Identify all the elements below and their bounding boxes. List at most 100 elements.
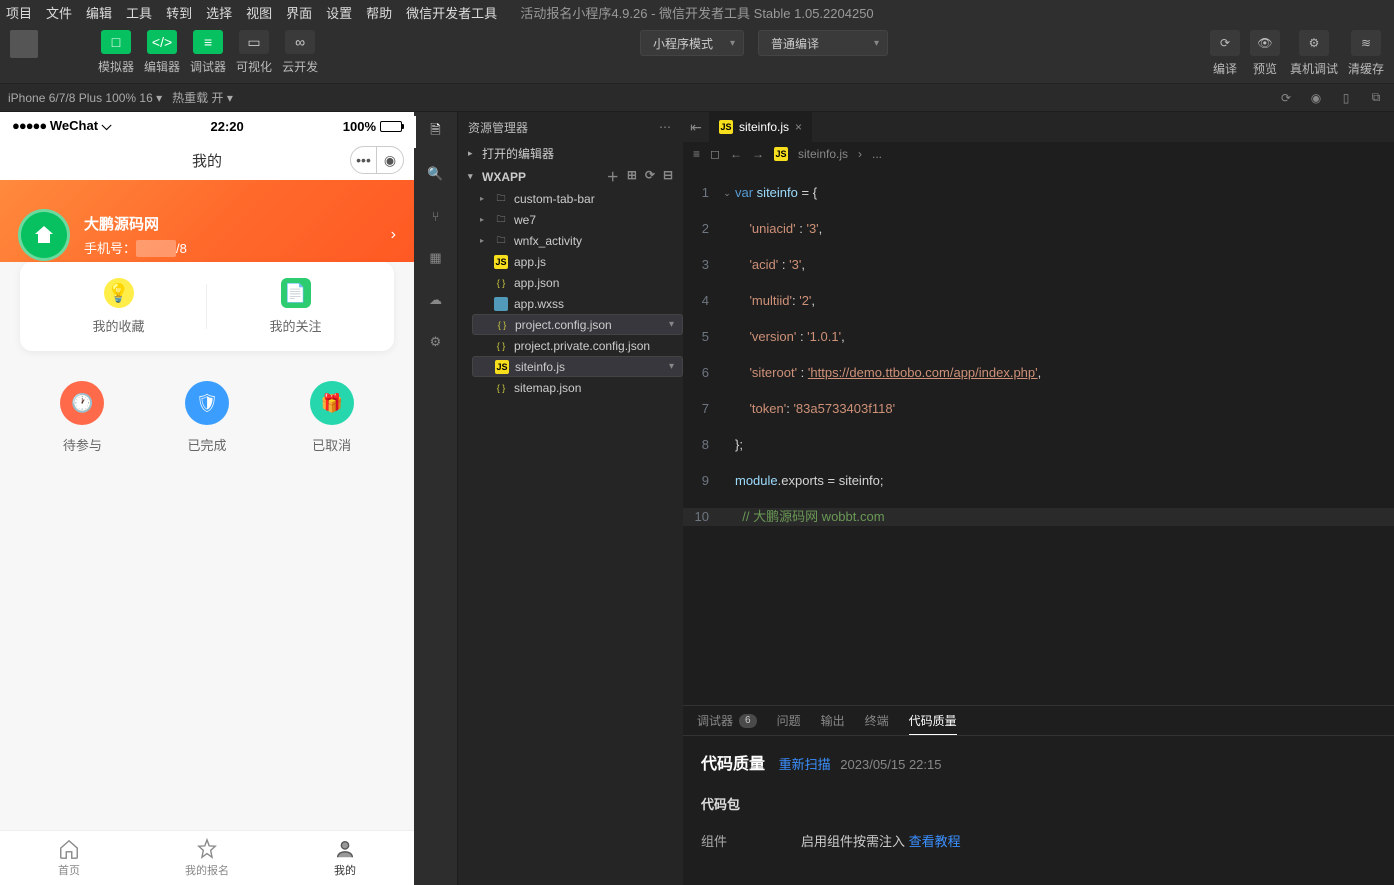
order-status-row: 🕐待参与 🛡已完成 🎁已取消 xyxy=(20,351,394,484)
clear-cache-button[interactable]: ≋ xyxy=(1351,30,1381,56)
project-root[interactable]: ▾WXAPP＋⊞⟳⊟ xyxy=(458,165,683,188)
json-file-icon: { } xyxy=(494,339,508,353)
panel-tab-quality[interactable]: 代码质量 xyxy=(909,706,957,735)
search-icon[interactable]: 🔍 xyxy=(424,162,448,186)
phone-icon[interactable]: ▯ xyxy=(1336,88,1356,108)
menu-select[interactable]: 选择 xyxy=(206,3,232,22)
forward-icon[interactable]: → xyxy=(752,147,764,161)
file-app-js[interactable]: JSapp.js xyxy=(472,251,683,272)
page-title: 我的 xyxy=(192,150,222,171)
status-done[interactable]: 🛡已完成 xyxy=(145,381,270,454)
list-icon[interactable]: ≡ xyxy=(693,147,700,161)
explorer-icon[interactable]: 🗎 xyxy=(424,120,448,144)
menu-file[interactable]: 文件 xyxy=(46,3,72,22)
menu-ui[interactable]: 界面 xyxy=(286,3,312,22)
status-pending[interactable]: 🕐待参与 xyxy=(20,381,145,454)
folder-custom-tab-bar[interactable]: ▸🗀custom-tab-bar xyxy=(472,188,683,209)
panel-tab-output[interactable]: 输出 xyxy=(821,706,845,735)
phone-nav-bar: 我的 •••◉ xyxy=(0,140,414,180)
tab-home[interactable]: 首页 xyxy=(0,831,138,885)
username: 大鹏源码网 xyxy=(84,213,187,234)
device-select[interactable]: iPhone 6/7/8 Plus 100% 16 ▾ xyxy=(8,91,162,105)
menu-project[interactable]: 项目 xyxy=(6,3,32,22)
file-sitemap-json[interactable]: { }sitemap.json xyxy=(472,377,683,398)
code-editor[interactable]: 1⌄var siteinfo = { 2 'uniacid' : '3', 3 … xyxy=(683,166,1394,705)
collapse-icon[interactable]: ⊟ xyxy=(663,168,673,185)
file-siteinfo-js[interactable]: JSsiteinfo.js xyxy=(472,356,683,377)
open-editors-section[interactable]: ▸打开的编辑器 xyxy=(458,142,683,165)
hot-reload-toggle[interactable]: 热重载 开 ▾ xyxy=(172,89,233,106)
back-icon[interactable]: ← xyxy=(730,147,742,161)
phone-status-bar: ●●●●● WeChat ⌵ 22:20 100% xyxy=(0,112,414,140)
menu-help[interactable]: 帮助 xyxy=(366,3,392,22)
js-file-icon: JS xyxy=(494,255,508,269)
bookmark-icon[interactable]: ◻ xyxy=(710,147,720,161)
folder-we7[interactable]: ▸🗀we7 xyxy=(472,209,683,230)
menu-wechat-devtools[interactable]: 微信开发者工具 xyxy=(406,3,497,22)
debugger-toggle[interactable]: ≡调试器 xyxy=(190,30,226,75)
refresh-tree-icon[interactable]: ⟳ xyxy=(645,168,655,185)
panel-tab-debugger[interactable]: 调试器6 xyxy=(697,706,757,735)
explorer-pane: 资源管理器⋯ ▸打开的编辑器 ▾WXAPP＋⊞⟳⊟ ▸🗀custom-tab-b… xyxy=(458,112,683,885)
compile-mode-select[interactable]: 普通编译 xyxy=(758,30,888,56)
source-control-icon[interactable]: ⑂ xyxy=(424,204,448,228)
view-tutorial-link[interactable]: 查看教程 xyxy=(909,834,961,849)
clouddev-button[interactable]: ∞云开发 xyxy=(282,30,318,75)
menu-edit[interactable]: 编辑 xyxy=(86,3,112,22)
panel-tab-problems[interactable]: 问题 xyxy=(777,706,801,735)
js-file-icon: JS xyxy=(774,147,788,161)
gift-icon: 🎁 xyxy=(310,381,354,425)
mode-select[interactable]: 小程序模式 xyxy=(640,30,744,56)
capsule-close-icon[interactable]: ◉ xyxy=(377,147,403,173)
breadcrumb-file[interactable]: siteinfo.js xyxy=(798,147,848,161)
simulator-toggle[interactable]: □模拟器 xyxy=(98,30,134,75)
file-app-wxss[interactable]: app.wxss xyxy=(472,293,683,314)
tab-siteinfo-js[interactable]: JSsiteinfo.js× xyxy=(709,112,813,142)
file-project-private-config[interactable]: { }project.private.config.json xyxy=(472,335,683,356)
my-favorites[interactable]: 💡我的收藏 xyxy=(30,278,207,335)
close-tab-icon[interactable]: × xyxy=(795,120,802,134)
capsule-menu-icon[interactable]: ••• xyxy=(351,147,377,173)
menu-goto[interactable]: 转到 xyxy=(166,3,192,22)
user-avatar[interactable] xyxy=(10,30,38,58)
screenshot-icon[interactable]: ⧉ xyxy=(1366,88,1386,108)
refresh-icon[interactable]: ⟳ xyxy=(1276,88,1296,108)
panel-tab-terminal[interactable]: 终端 xyxy=(865,706,889,735)
editor-tabs: ⇤ JSsiteinfo.js× xyxy=(683,112,1394,142)
breadcrumb-more[interactable]: ... xyxy=(872,147,882,161)
move-editor-icon[interactable]: ⇤ xyxy=(683,119,709,136)
js-file-icon: JS xyxy=(495,360,509,374)
record-icon[interactable]: ◉ xyxy=(1306,88,1326,108)
user-avatar-circle xyxy=(18,209,70,261)
editor-toggle[interactable]: </>编辑器 xyxy=(144,30,180,75)
wxss-file-icon xyxy=(494,297,508,311)
folder-wnfx-activity[interactable]: ▸🗀wnfx_activity xyxy=(472,230,683,251)
cloud-icon[interactable]: ☁ xyxy=(424,288,448,312)
menu-settings[interactable]: 设置 xyxy=(326,3,352,22)
file-project-config[interactable]: { }project.config.json xyxy=(472,314,683,335)
extensions-icon[interactable]: ▦ xyxy=(424,246,448,270)
realdevice-debug-button[interactable]: ⚙ xyxy=(1299,30,1329,56)
json-file-icon: { } xyxy=(494,381,508,395)
clock-icon: 🕐 xyxy=(60,381,104,425)
folder-icon: 🗀 xyxy=(494,192,508,206)
more-icon[interactable]: ⋯ xyxy=(659,120,673,134)
visualize-toggle[interactable]: ▭可视化 xyxy=(236,30,272,75)
settings-icon[interactable]: ⚙ xyxy=(424,330,448,354)
file-app-json[interactable]: { }app.json xyxy=(472,272,683,293)
new-folder-icon[interactable]: ⊞ xyxy=(627,168,637,185)
status-cancelled[interactable]: 🎁已取消 xyxy=(269,381,394,454)
menu-view[interactable]: 视图 xyxy=(246,3,272,22)
tab-signup[interactable]: 我的报名 xyxy=(138,831,276,885)
rescan-button[interactable]: 重新扫描 xyxy=(779,757,831,772)
bulb-icon: 💡 xyxy=(104,278,134,308)
activity-bar: 🗎 🔍 ⑂ ▦ ☁ ⚙ xyxy=(414,112,458,885)
new-file-icon[interactable]: ＋ xyxy=(607,168,619,185)
battery-icon xyxy=(380,121,402,132)
preview-button[interactable]: 👁 xyxy=(1250,30,1280,56)
compile-button[interactable]: ⟳ xyxy=(1210,30,1240,56)
tab-mine[interactable]: 我的 xyxy=(276,831,414,885)
menu-tools[interactable]: 工具 xyxy=(126,3,152,22)
my-follows[interactable]: 📄我的关注 xyxy=(207,278,384,335)
panel-tabs: 调试器6 问题 输出 终端 代码质量 xyxy=(683,706,1394,736)
